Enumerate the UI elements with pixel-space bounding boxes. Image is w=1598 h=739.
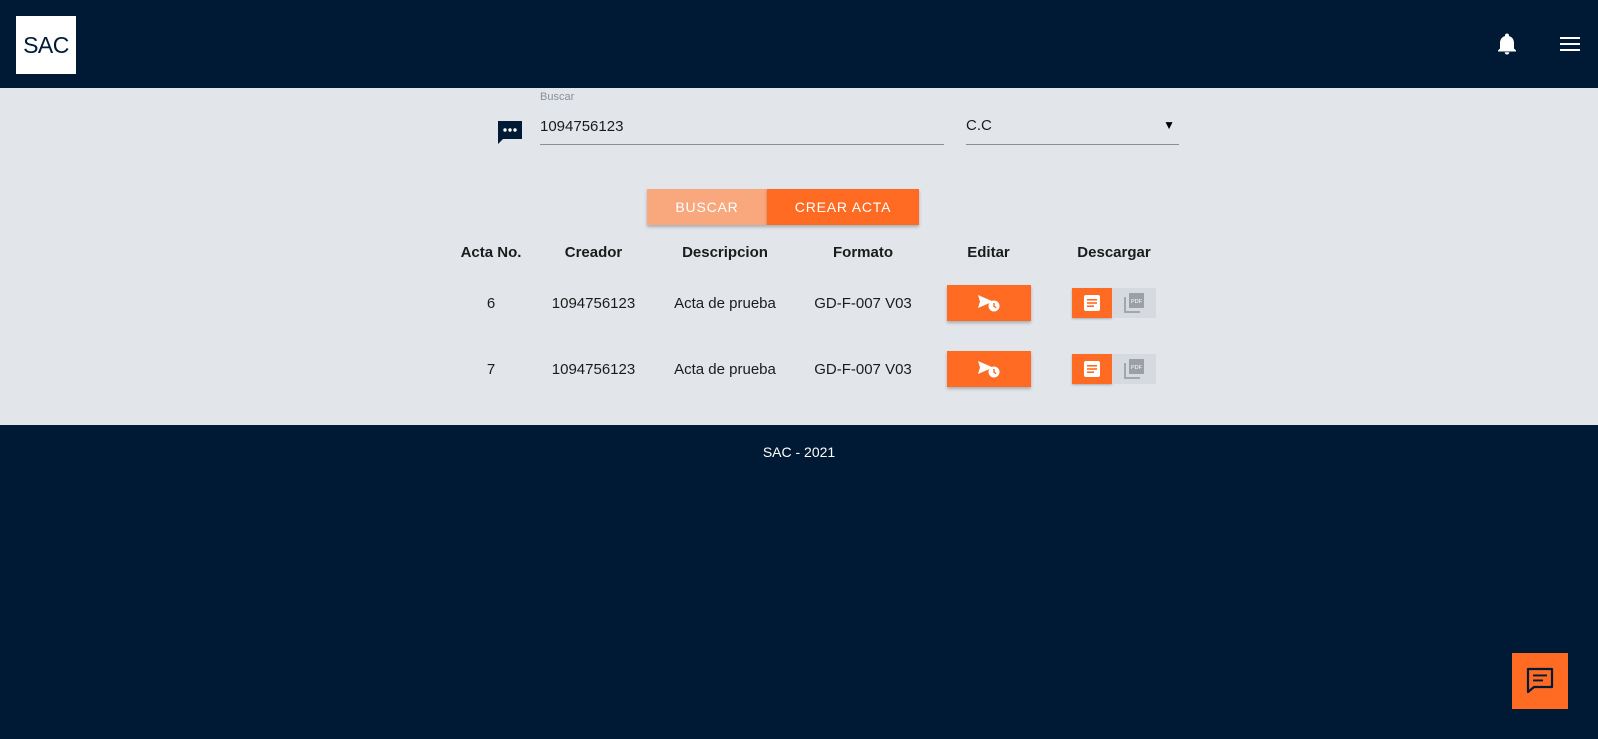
svg-text:PDF: PDF — [1131, 365, 1143, 371]
feedback-chat-button[interactable] — [1512, 653, 1568, 709]
header-acta-no: Acta No. — [460, 243, 522, 261]
actas-table: Acta No. Creador Descripcion Formato Edi… — [451, 234, 1183, 402]
send-schedule-icon — [977, 361, 999, 378]
feedback-chat-icon — [1526, 667, 1554, 694]
description: Acta de prueba — [674, 360, 776, 378]
creator: 1094756123 — [551, 360, 636, 378]
acta-number: 6 — [486, 294, 496, 312]
search-button[interactable]: BUSCAR — [647, 189, 767, 225]
download-document-button[interactable] — [1072, 288, 1112, 318]
top-bar: SAC — [0, 0, 1598, 88]
main-content: Buscar C.C ▼ BUSCAR CREAR ACTA Acta No. … — [0, 88, 1598, 425]
download-pdf-button[interactable]: PDF — [1112, 288, 1156, 318]
svg-text:PDF: PDF — [1131, 299, 1143, 305]
create-acta-button[interactable]: CREAR ACTA — [767, 189, 919, 225]
description: Acta de prueba — [674, 294, 776, 312]
menu-icon[interactable] — [1557, 31, 1583, 57]
header-descargar: Descargar — [1077, 243, 1151, 261]
logo[interactable]: SAC — [16, 16, 76, 74]
table-row: 7 1094756123 Acta de prueba GD-F-007 V03 — [451, 336, 1183, 402]
acta-number: 7 — [486, 360, 496, 378]
header-editar: Editar — [967, 243, 1010, 261]
pdf-icon: PDF — [1124, 293, 1144, 313]
document-type-select[interactable]: C.C ▼ — [966, 108, 1179, 145]
format: GD-F-007 V03 — [814, 360, 912, 378]
header-descripcion: Descripcion — [682, 243, 768, 261]
table-row: 6 1094756123 Acta de prueba GD-F-007 V03 — [451, 270, 1183, 336]
document-type-value: C.C — [966, 117, 992, 134]
download-document-button[interactable] — [1072, 354, 1112, 384]
edit-button[interactable] — [946, 285, 1031, 321]
table-header-row: Acta No. Creador Descripcion Formato Edi… — [451, 234, 1183, 270]
header-formato: Formato — [833, 243, 893, 261]
edit-button[interactable] — [946, 351, 1031, 387]
search-label: Buscar — [540, 91, 575, 103]
format: GD-F-007 V03 — [814, 294, 912, 312]
footer-copyright: SAC - 2021 — [762, 444, 836, 460]
download-pdf-button[interactable]: PDF — [1112, 354, 1156, 384]
document-icon — [1084, 295, 1100, 311]
chat-dots-icon — [495, 118, 525, 148]
header-creador: Creador — [564, 243, 623, 261]
creator: 1094756123 — [551, 294, 636, 312]
send-schedule-icon — [977, 295, 999, 312]
bell-icon[interactable] — [1495, 31, 1519, 57]
dropdown-arrow-icon: ▼ — [1163, 118, 1175, 132]
document-icon — [1084, 361, 1100, 377]
pdf-icon: PDF — [1124, 359, 1144, 379]
search-input[interactable] — [540, 108, 944, 145]
